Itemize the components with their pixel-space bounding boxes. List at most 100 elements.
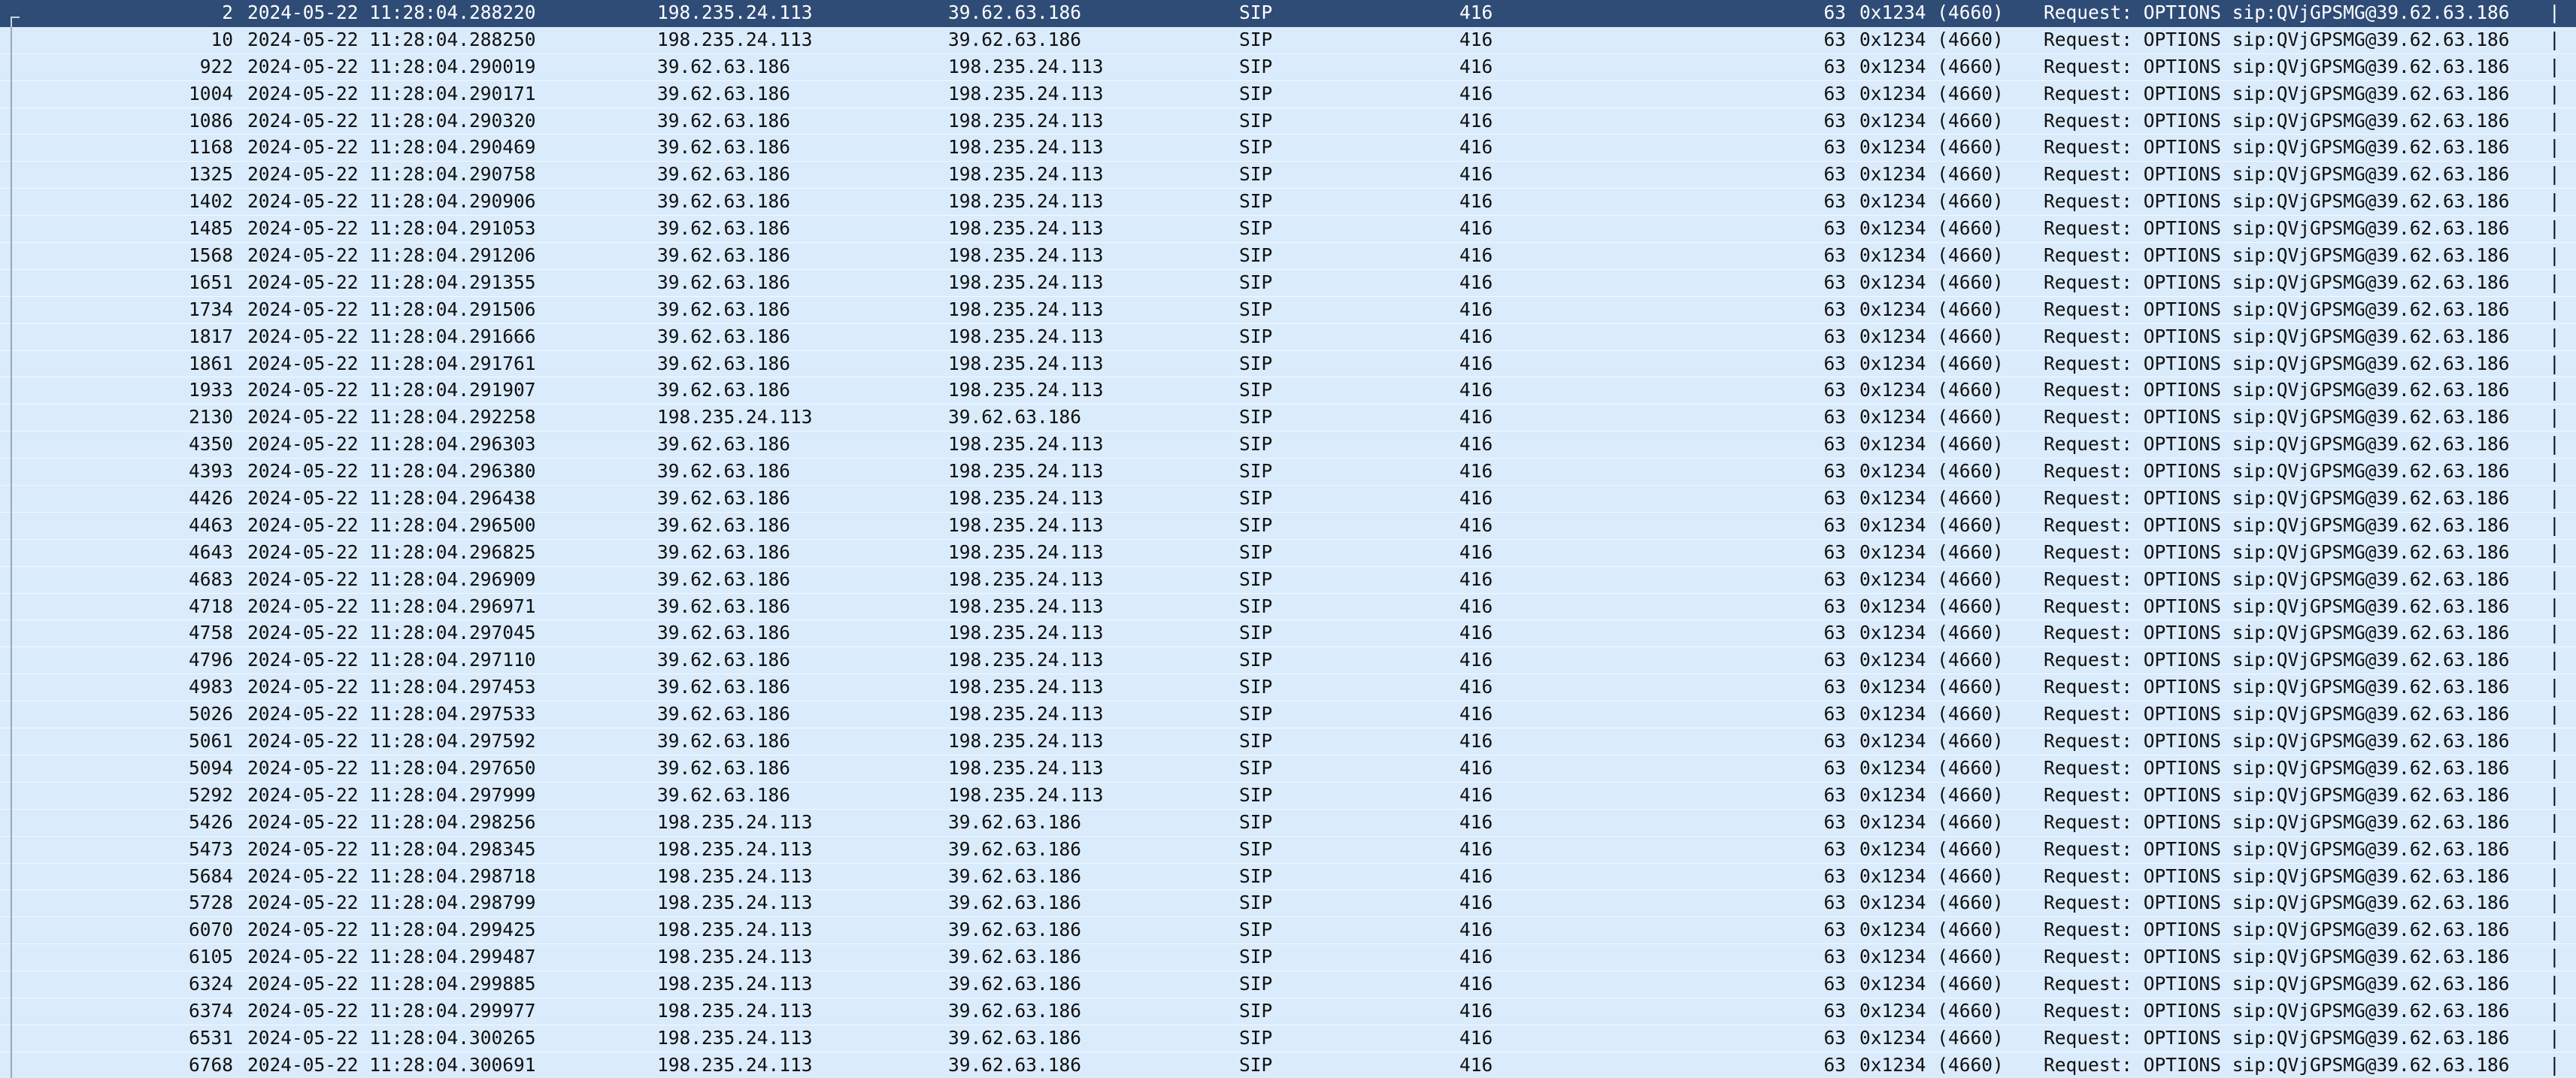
source-port: 63	[1823, 217, 1846, 240]
table-row[interactable]: 1933 2024-05-22 11:28:04.291907 39.62.63.1…	[0, 377, 2576, 405]
table-row[interactable]: 1651 2024-05-22 11:28:04.291355 39.62.63.1…	[0, 269, 2576, 297]
call-id: 0x1234 (4660)	[1859, 649, 2004, 671]
packet-number: 5292	[188, 783, 233, 806]
table-row[interactable]: 1325 2024-05-22 11:28:04.290758 39.62.63.1…	[0, 162, 2576, 189]
call-id: 0x1234 (4660)	[1859, 406, 2004, 428]
table-row[interactable]: 1004 2024-05-22 11:28:04.290171 39.62.63.1…	[0, 80, 2576, 108]
packet-info: Request: OPTIONS sip:QVjGPSMG@39.62.63.1…	[2044, 28, 2510, 50]
packet-number: 4983	[188, 676, 233, 698]
packet-info: Request: OPTIONS sip:QVjGPSMG@39.62.63.1…	[2044, 756, 2510, 779]
packet-time: 2024-05-22 11:28:04.300691	[247, 1053, 536, 1076]
packet-time: 2024-05-22 11:28:04.298345	[247, 837, 536, 860]
source-port: 63	[1823, 406, 1846, 428]
table-row[interactable]: 1402 2024-05-22 11:28:04.290906 39.62.63.1…	[0, 189, 2576, 217]
table-row[interactable]: 4796 2024-05-22 11:28:04.297110 39.62.63.1…	[0, 647, 2576, 675]
packet-time: 2024-05-22 11:28:04.296825	[247, 541, 536, 563]
table-row[interactable]: 5292 2024-05-22 11:28:04.297999 39.62.63.1…	[0, 782, 2576, 810]
packet-time: 2024-05-22 11:28:04.298799	[247, 892, 536, 914]
destination-address: 198.235.24.113	[948, 190, 1104, 213]
table-row[interactable]: 5094 2024-05-22 11:28:04.297650 39.62.63.1…	[0, 755, 2576, 783]
source-port: 63	[1823, 379, 1846, 401]
source-port: 63	[1823, 892, 1846, 914]
packet-info: Request: OPTIONS sip:QVjGPSMG@39.62.63.1…	[2044, 298, 2510, 320]
call-id: 0x1234 (4660)	[1859, 136, 2004, 159]
table-row[interactable]: 4758 2024-05-22 11:28:04.297045 39.62.63.1…	[0, 620, 2576, 648]
table-row[interactable]: 1168 2024-05-22 11:28:04.290469 39.62.63.1…	[0, 135, 2576, 162]
row-end-marker: |	[2549, 271, 2560, 293]
protocol: SIP	[1239, 1053, 1273, 1076]
source-port: 63	[1823, 999, 1846, 1022]
protocol: SIP	[1239, 55, 1273, 77]
table-row-selected[interactable]: 2 2024-05-22 11:28:04.288220 198.235.24.11…	[0, 0, 2576, 27]
table-row[interactable]: 1086 2024-05-22 11:28:04.290320 39.62.63.1…	[0, 107, 2576, 135]
packet-time: 2024-05-22 11:28:04.297650	[247, 756, 536, 779]
table-row[interactable]: 1861 2024-05-22 11:28:04.291761 39.62.63.1…	[0, 350, 2576, 378]
table-row[interactable]: 5728 2024-05-22 11:28:04.298799 198.235.24…	[0, 890, 2576, 918]
table-row[interactable]: 6768 2024-05-22 11:28:04.300691 198.235.24…	[0, 1052, 2576, 1078]
call-id: 0x1234 (4660)	[1859, 622, 2004, 644]
source-port: 63	[1823, 756, 1846, 779]
packet-info: Request: OPTIONS sip:QVjGPSMG@39.62.63.1…	[2044, 352, 2510, 374]
table-row[interactable]: 6105 2024-05-22 11:28:04.299487 198.235.24…	[0, 944, 2576, 972]
call-id: 0x1234 (4660)	[1859, 703, 2004, 725]
table-row[interactable]: 2130 2024-05-22 11:28:04.292258 198.235.24…	[0, 404, 2576, 432]
table-row[interactable]: 4463 2024-05-22 11:28:04.296500 39.62.63.1…	[0, 512, 2576, 540]
table-row[interactable]: 1568 2024-05-22 11:28:04.291206 39.62.63.1…	[0, 243, 2576, 271]
packet-info: Request: OPTIONS sip:QVjGPSMG@39.62.63.1…	[2044, 595, 2510, 617]
row-end-marker: |	[2549, 999, 2560, 1022]
source-address: 39.62.63.186	[657, 622, 791, 644]
table-row[interactable]: 922 2024-05-22 11:28:04.290019 39.62.63.18…	[0, 53, 2576, 81]
row-end-marker: |	[2549, 379, 2560, 401]
source-port: 63	[1823, 109, 1846, 132]
packet-number: 4683	[188, 568, 233, 590]
source-address: 39.62.63.186	[657, 730, 791, 752]
row-end-marker: |	[2549, 433, 2560, 456]
table-row[interactable]: 6531 2024-05-22 11:28:04.300265 198.235.24…	[0, 1025, 2576, 1052]
row-end-marker: |	[2549, 352, 2560, 374]
source-port: 63	[1823, 837, 1846, 860]
table-row[interactable]: 5426 2024-05-22 11:28:04.298256 198.235.24…	[0, 809, 2576, 837]
source-address: 39.62.63.186	[657, 298, 791, 320]
destination-address: 198.235.24.113	[948, 487, 1104, 510]
row-end-marker: |	[2549, 756, 2560, 779]
source-address: 39.62.63.186	[657, 163, 791, 186]
packet-time: 2024-05-22 11:28:04.297999	[247, 783, 536, 806]
table-row[interactable]: 5061 2024-05-22 11:28:04.297592 39.62.63.1…	[0, 728, 2576, 756]
table-row[interactable]: 5684 2024-05-22 11:28:04.298718 198.235.24…	[0, 863, 2576, 891]
row-end-marker: |	[2549, 595, 2560, 617]
source-address: 39.62.63.186	[657, 325, 791, 347]
packet-time: 2024-05-22 11:28:04.290019	[247, 55, 536, 77]
table-row[interactable]: 6374 2024-05-22 11:28:04.299977 198.235.24…	[0, 998, 2576, 1025]
row-end-marker: |	[2549, 460, 2560, 483]
row-end-marker: |	[2549, 919, 2560, 941]
packet-number: 5684	[188, 865, 233, 887]
table-row[interactable]: 1734 2024-05-22 11:28:04.291506 39.62.63.1…	[0, 296, 2576, 324]
table-row[interactable]: 4983 2024-05-22 11:28:04.297453 39.62.63.1…	[0, 674, 2576, 702]
packet-length: 416	[1459, 82, 1493, 104]
table-row[interactable]: 6324 2024-05-22 11:28:04.299885 198.235.24…	[0, 971, 2576, 999]
destination-address: 198.235.24.113	[948, 244, 1104, 267]
table-row[interactable]: 1817 2024-05-22 11:28:04.291666 39.62.63.1…	[0, 323, 2576, 351]
packet-length: 416	[1459, 487, 1493, 510]
table-row[interactable]: 4350 2024-05-22 11:28:04.296303 39.62.63.1…	[0, 432, 2576, 459]
table-row[interactable]: 6070 2024-05-22 11:28:04.299425 198.235.24…	[0, 917, 2576, 945]
packet-time: 2024-05-22 11:28:04.297533	[247, 703, 536, 725]
call-id: 0x1234 (4660)	[1859, 163, 2004, 186]
table-row[interactable]: 5026 2024-05-22 11:28:04.297533 39.62.63.1…	[0, 701, 2576, 729]
call-id: 0x1234 (4660)	[1859, 271, 2004, 293]
table-row[interactable]: 1485 2024-05-22 11:28:04.291053 39.62.63.1…	[0, 216, 2576, 244]
table-row[interactable]: 5473 2024-05-22 11:28:04.298345 198.235.24…	[0, 836, 2576, 864]
table-row[interactable]: 4393 2024-05-22 11:28:04.296380 39.62.63.1…	[0, 459, 2576, 486]
table-row[interactable]: 4718 2024-05-22 11:28:04.296971 39.62.63.1…	[0, 593, 2576, 621]
table-row[interactable]: 4683 2024-05-22 11:28:04.296909 39.62.63.1…	[0, 566, 2576, 594]
destination-address: 198.235.24.113	[948, 352, 1104, 374]
table-row[interactable]: 10 2024-05-22 11:28:04.288250 198.235.24.1…	[0, 26, 2576, 54]
packet-number: 6324	[188, 973, 233, 995]
table-row[interactable]: 4643 2024-05-22 11:28:04.296825 39.62.63.1…	[0, 539, 2576, 567]
row-end-marker: |	[2549, 109, 2560, 132]
source-port: 63	[1823, 730, 1846, 752]
table-row[interactable]: 4426 2024-05-22 11:28:04.296438 39.62.63.1…	[0, 486, 2576, 513]
call-id: 0x1234 (4660)	[1859, 1026, 2004, 1049]
source-port: 63	[1823, 1053, 1846, 1076]
call-id: 0x1234 (4660)	[1859, 109, 2004, 132]
